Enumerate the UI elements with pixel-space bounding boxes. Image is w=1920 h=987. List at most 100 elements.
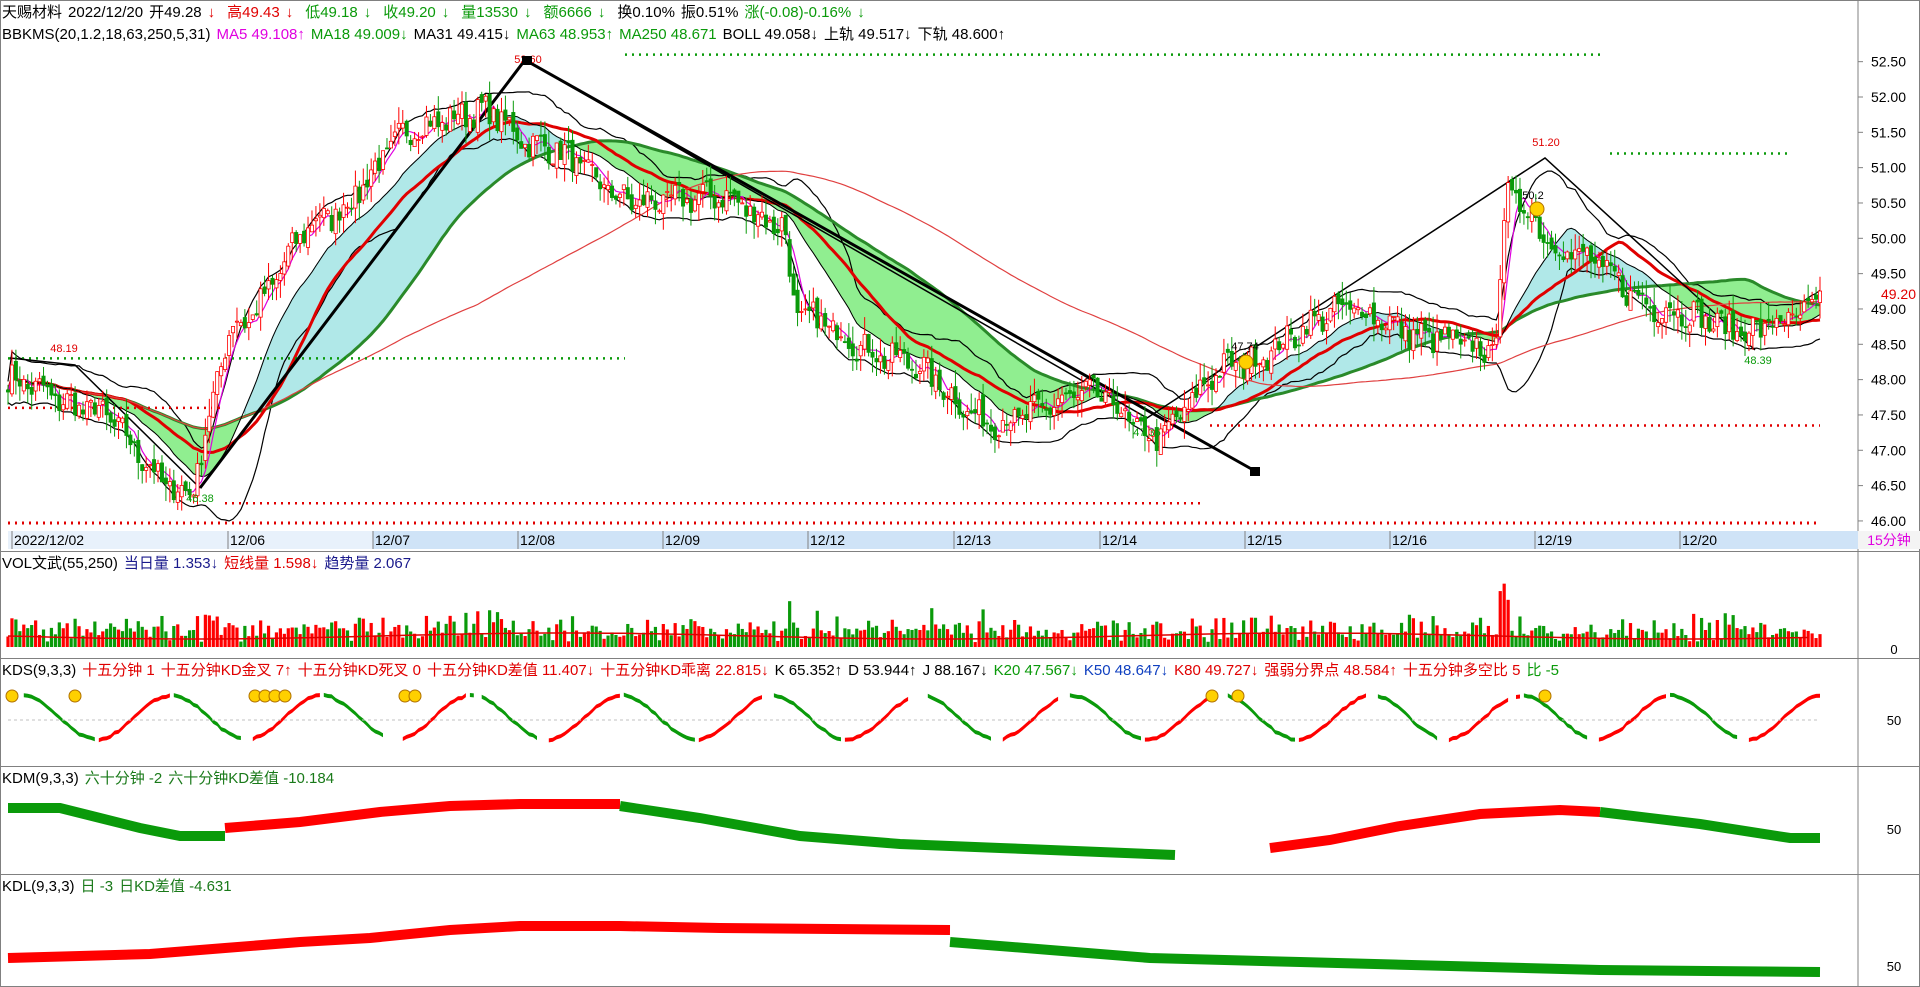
volume-bar xyxy=(1388,633,1392,647)
candle-body xyxy=(712,195,717,209)
date-label: 12/09 xyxy=(665,532,700,548)
candle-body xyxy=(1032,394,1037,403)
candle-body xyxy=(744,205,749,217)
volume-bar xyxy=(780,630,784,647)
candle-body xyxy=(1194,387,1199,398)
candle-body xyxy=(988,424,993,432)
price-tick-label: 49.50 xyxy=(1871,266,1906,282)
period-label[interactable]: 15分钟 xyxy=(1867,532,1911,548)
candle-body xyxy=(436,111,441,128)
volume-bar xyxy=(1214,618,1218,647)
volume-bar xyxy=(1407,614,1412,647)
candle-body xyxy=(1750,317,1755,336)
volume-bar xyxy=(124,618,129,647)
volume-bar xyxy=(1084,630,1088,647)
candle-body xyxy=(286,245,291,267)
candle-body xyxy=(345,206,350,209)
kdl-t2: 日KD差值 -4.631 xyxy=(119,878,232,895)
candle-body xyxy=(1525,216,1530,219)
candle-body xyxy=(432,116,437,129)
volume-bar xyxy=(227,623,231,647)
candle-body xyxy=(542,134,547,147)
volume-bar xyxy=(1127,622,1131,647)
volume-bar xyxy=(1439,635,1443,647)
candle-body xyxy=(373,160,378,174)
volume-bar xyxy=(416,638,421,647)
volume-bar xyxy=(1806,630,1810,647)
candle-body xyxy=(629,194,634,211)
volume-bar xyxy=(1502,583,1506,647)
volume-bar xyxy=(349,640,354,647)
candle-body xyxy=(266,280,271,290)
volume-bar xyxy=(1332,622,1337,647)
candle-body xyxy=(807,306,812,311)
candle-body xyxy=(1770,325,1775,328)
kdm-t2: 六十分钟KD差值 -10.184 xyxy=(168,770,335,787)
volume-bar xyxy=(1356,640,1360,647)
candle-body xyxy=(1664,307,1669,323)
candle-body xyxy=(752,206,757,223)
candle-body xyxy=(392,131,397,137)
candle-body xyxy=(957,399,962,415)
candle-body xyxy=(1375,319,1380,327)
volume-bar xyxy=(626,623,630,647)
candle-body xyxy=(1348,300,1353,310)
kdl-band xyxy=(949,937,1821,977)
volume-bar xyxy=(1431,616,1435,647)
volume-bar xyxy=(1660,632,1664,647)
candle-body xyxy=(953,386,958,405)
kds-ribbon xyxy=(927,693,991,741)
candle-body xyxy=(1774,318,1779,328)
volume-bar xyxy=(109,623,113,647)
volume-bar xyxy=(1696,641,1700,647)
candle-body xyxy=(1758,318,1763,338)
volume-bar xyxy=(1399,622,1404,647)
kds-ribbon xyxy=(23,693,95,742)
candle-body xyxy=(1431,333,1436,354)
candle-body xyxy=(1687,324,1692,333)
volume-bar xyxy=(1546,633,1550,647)
candle-body xyxy=(1667,302,1672,309)
volume-bar xyxy=(428,630,433,647)
candle-body xyxy=(1364,313,1369,318)
candle-body xyxy=(404,120,409,137)
candle-body xyxy=(1229,351,1234,367)
volume-bar xyxy=(973,642,977,647)
candle-body xyxy=(1644,297,1649,305)
candle-body xyxy=(653,200,658,210)
volume-bar xyxy=(89,632,93,647)
candle-body xyxy=(700,184,705,192)
volume-bar xyxy=(1352,638,1356,647)
candle-body xyxy=(159,462,164,483)
kline-chart[interactable]: 52.50 52.00 51.50 51.00 50.50 50.00 49.50 49.00… xyxy=(0,0,1920,987)
volume-bar xyxy=(653,626,658,647)
candle-body xyxy=(1818,290,1823,303)
candle-body xyxy=(645,191,650,208)
candle-body xyxy=(1608,262,1613,267)
candle-body xyxy=(696,192,701,205)
volume-bar xyxy=(77,626,81,647)
candle-body xyxy=(503,109,508,121)
candle-body xyxy=(1537,216,1542,239)
candle-body xyxy=(1285,325,1290,350)
candle-body xyxy=(1553,245,1558,254)
candle-body xyxy=(1273,338,1278,350)
candle-body xyxy=(1221,353,1226,373)
candle-body xyxy=(977,399,982,416)
candle-body xyxy=(471,119,476,128)
candle-body xyxy=(1810,299,1815,303)
signal-dot xyxy=(278,689,292,703)
volume-bar xyxy=(1652,620,1656,647)
volume-bar xyxy=(326,629,330,647)
candle-body xyxy=(1466,336,1471,339)
candle-body xyxy=(787,239,792,277)
volume-bar xyxy=(716,634,721,647)
volume-bar xyxy=(1530,630,1534,647)
volume-bar xyxy=(1790,632,1794,647)
chart-frame xyxy=(0,0,1920,987)
volume-bar xyxy=(1459,635,1463,647)
candle-body xyxy=(337,211,342,221)
volume-bar xyxy=(448,615,452,647)
price-tick-label: 47.50 xyxy=(1871,407,1906,423)
volume-bar xyxy=(1257,633,1262,647)
